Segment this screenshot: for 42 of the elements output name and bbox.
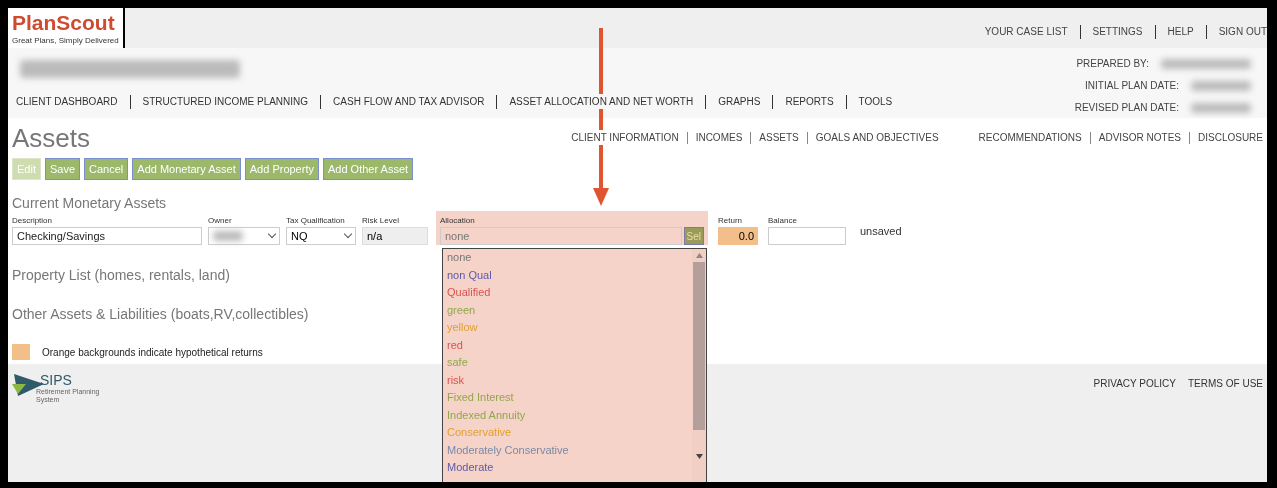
field-label: Balance	[768, 215, 798, 227]
top-link[interactable]: HELP	[1167, 24, 1194, 39]
field-label: Description	[12, 215, 53, 227]
footer-link[interactable]: TERMS OF USE	[1188, 376, 1263, 482]
blurred-text	[1191, 102, 1251, 113]
scroll-up-icon	[695, 253, 703, 258]
footer-link[interactable]: PRIVACY POLICY	[1093, 376, 1176, 482]
owner-select[interactable]	[208, 227, 280, 245]
plan-info-label: PREPARED BY:	[1076, 57, 1149, 71]
scroll-down-icon	[695, 454, 703, 459]
balance-field[interactable]	[768, 227, 846, 245]
top-link[interactable]: SIGN OUT	[1218, 24, 1267, 39]
sub-nav-link[interactable]: RECOMMENDATIONS	[978, 130, 1082, 145]
legend-swatch	[12, 344, 30, 360]
tax-qualification-select[interactable]: NQ	[286, 227, 356, 245]
sub-nav-link[interactable]: CLIENT INFORMATION	[571, 130, 679, 145]
blurred-text	[213, 231, 243, 241]
field-label: Owner	[208, 215, 233, 227]
field-label: Return	[718, 215, 743, 227]
sub-nav-link[interactable]: DISCLOSURE	[1198, 130, 1263, 145]
field-label: Allocation	[440, 215, 476, 227]
sub-nav-link[interactable]: ADVISOR NOTES	[1098, 130, 1181, 145]
description-field[interactable]: Checking/Savings	[12, 227, 202, 245]
return-field[interactable]: 0.0	[718, 227, 758, 245]
save-status: unsaved	[860, 224, 902, 239]
legend-text: Orange backgrounds indicate hypothetical returns	[42, 345, 263, 360]
top-link[interactable]: SETTINGS	[1092, 24, 1143, 39]
field-label: Tax Qualification	[286, 215, 346, 227]
main-nav-link[interactable]: ASSET ALLOCATION AND NET WORTH	[509, 94, 694, 109]
risk-level-field[interactable]: n/a	[362, 227, 428, 245]
plan-info-label: REVISED PLAN DATE:	[1074, 101, 1179, 115]
dropdown-option[interactable]: non Qual	[447, 266, 492, 284]
field-label: Risk Level	[362, 215, 400, 227]
section-heading: Current Monetary Assets	[12, 195, 168, 211]
plan-info-label: INITIAL PLAN DATE:	[1085, 79, 1179, 93]
dropdown-option[interactable]: Moderate	[447, 459, 494, 477]
section-heading: Other Assets & Liabilities (boats,RV,collectibles)	[12, 306, 309, 322]
page-title: Assets	[12, 122, 91, 154]
blurred-text	[1191, 80, 1251, 91]
logo: PlanScout Great Plans, Simply Delivered	[8, 8, 125, 51]
section-heading: Property List (homes, rentals, land)	[12, 267, 230, 283]
top-link[interactable]: YOUR CASE LIST	[984, 24, 1068, 39]
